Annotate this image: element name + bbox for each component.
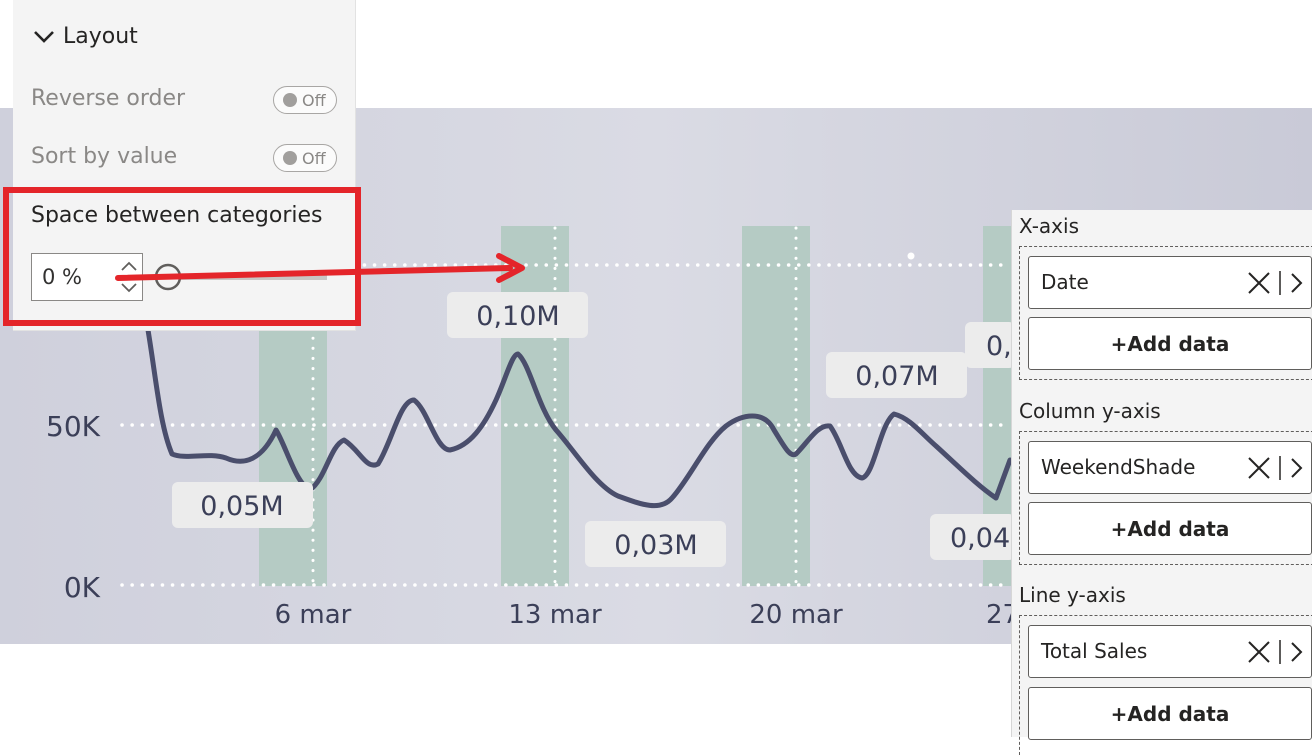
fields-pane: X-axis Date +Add data Column y-axis Week… xyxy=(1011,210,1312,755)
sort-by-value-toggle[interactable]: Off xyxy=(273,144,337,172)
chevron-down-icon xyxy=(34,30,54,43)
field-name: WeekendShade xyxy=(1041,455,1196,479)
data-label: 0,10M xyxy=(447,292,588,338)
toggle-state-text: Off xyxy=(302,90,326,110)
y-tick-label: 50K xyxy=(46,410,101,443)
weekend-column xyxy=(501,226,569,586)
x-tick-label: 20 mar xyxy=(749,600,843,630)
y-tick-label: 0K xyxy=(64,571,101,604)
chevron-right-icon[interactable] xyxy=(1289,456,1303,480)
sort-by-value-label: Sort by value xyxy=(31,144,178,169)
data-label: 0, xyxy=(965,322,1015,368)
close-icon[interactable] xyxy=(1247,271,1271,295)
column-y-axis-well[interactable]: WeekendShade +Add data xyxy=(1019,431,1312,565)
x-tick-label: 13 mar xyxy=(508,600,602,630)
reverse-order-label: Reverse order xyxy=(31,86,186,111)
field-name: Total Sales xyxy=(1041,639,1148,663)
svg-text:0,: 0, xyxy=(986,331,1012,362)
x-axis-well[interactable]: Date +Add data xyxy=(1019,246,1312,380)
layout-section-header[interactable]: Layout xyxy=(33,24,138,49)
x-axis-add-data-button[interactable]: +Add data xyxy=(1028,317,1312,370)
line-y-axis-title: Line y-axis xyxy=(1019,583,1126,607)
data-label: 0,05M xyxy=(172,482,313,528)
divider-icon xyxy=(1279,456,1281,480)
column-y-axis-add-data-button[interactable]: +Add data xyxy=(1028,502,1312,555)
toggle-knob xyxy=(283,151,297,165)
chart-marker-dot xyxy=(907,252,915,260)
weekend-column xyxy=(742,226,810,586)
reverse-order-toggle[interactable]: Off xyxy=(273,86,337,114)
svg-text:0,05M: 0,05M xyxy=(200,491,283,522)
data-label: 0,04 xyxy=(930,514,1015,560)
data-label: 0,07M xyxy=(826,352,967,398)
layout-section-title: Layout xyxy=(63,24,138,49)
highlight-box xyxy=(3,187,361,326)
close-icon[interactable] xyxy=(1247,640,1271,664)
toggle-knob xyxy=(283,93,297,107)
line-y-axis-add-data-button[interactable]: +Add data xyxy=(1028,687,1312,740)
field-name: Date xyxy=(1041,270,1089,294)
column-y-axis-field-weekendshade[interactable]: WeekendShade xyxy=(1028,441,1312,494)
divider-icon xyxy=(1279,271,1281,295)
close-icon[interactable] xyxy=(1247,456,1271,480)
x-axis-field-date[interactable]: Date xyxy=(1028,256,1312,309)
svg-text:0,03M: 0,03M xyxy=(614,530,697,561)
x-axis-title: X-axis xyxy=(1019,214,1079,238)
chevron-right-icon[interactable] xyxy=(1289,271,1303,295)
svg-text:0,07M: 0,07M xyxy=(855,361,938,392)
toggle-state-text: Off xyxy=(302,148,326,168)
line-y-axis-well[interactable]: Total Sales +Add data xyxy=(1019,615,1312,755)
svg-text:0,04: 0,04 xyxy=(950,523,1010,554)
divider-icon xyxy=(1279,640,1281,664)
data-label: 0,03M xyxy=(585,521,726,567)
x-tick-label: 6 mar xyxy=(275,600,352,630)
chevron-right-icon[interactable] xyxy=(1289,640,1303,664)
column-y-axis-title: Column y-axis xyxy=(1019,399,1161,423)
svg-text:0,10M: 0,10M xyxy=(476,301,559,332)
line-y-axis-field-total-sales[interactable]: Total Sales xyxy=(1028,625,1312,678)
